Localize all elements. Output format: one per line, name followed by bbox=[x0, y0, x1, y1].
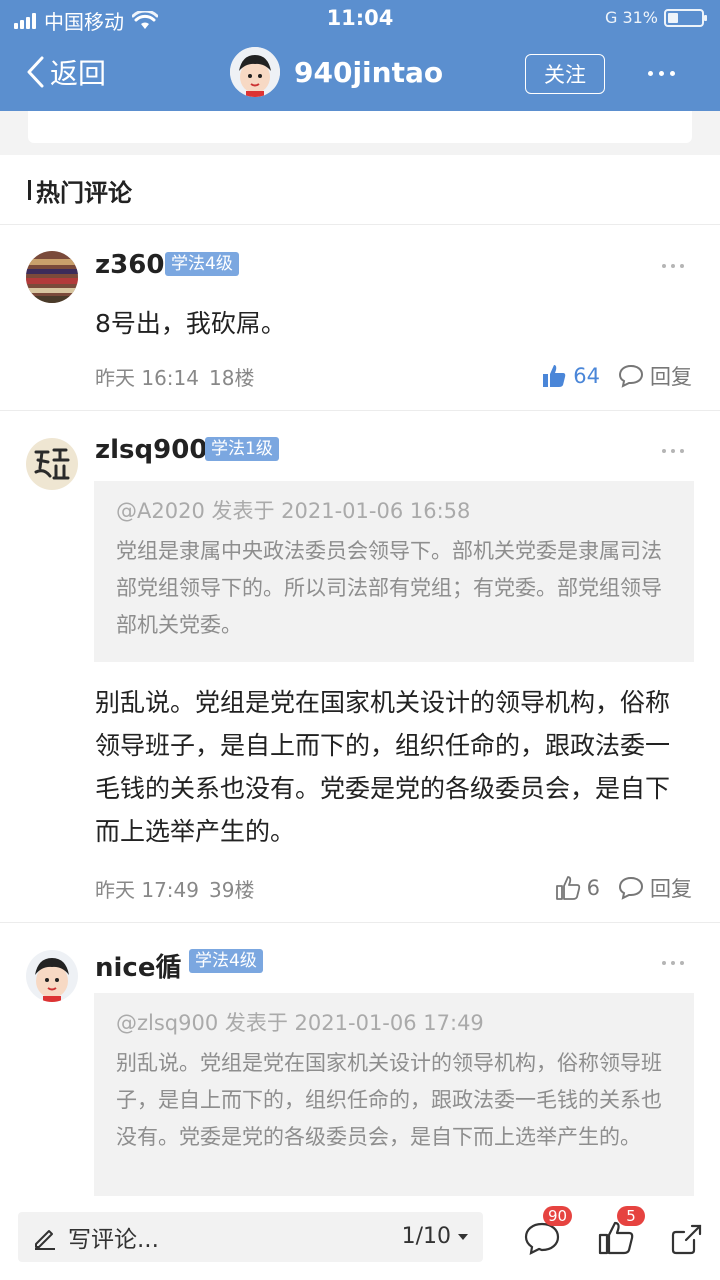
comment-more-icon[interactable] bbox=[662, 961, 684, 965]
author-avatar[interactable] bbox=[230, 47, 280, 97]
reply-button[interactable]: 回复 bbox=[618, 361, 692, 391]
thumbs-up-icon bbox=[555, 876, 580, 900]
like-count-badge: 5 bbox=[617, 1206, 645, 1226]
like-button[interactable]: 64 bbox=[541, 363, 600, 389]
quoted-comment[interactable]: @zlsq900 发表于 2021-01-06 17:49 别乱说。党组是党在国… bbox=[94, 993, 694, 1196]
comment-item: zlsq900 学法1级 @A2020 发表于 2021-01-06 16:58… bbox=[0, 411, 720, 921]
user-avatar[interactable] bbox=[26, 251, 78, 303]
compose-placeholder: 写评论... bbox=[68, 1227, 159, 1253]
battery-icon bbox=[664, 8, 707, 27]
caret-down-icon bbox=[458, 1233, 468, 1240]
comment-item: nice循 学法4级 @zlsq900 发表于 2021-01-06 17:49… bbox=[0, 923, 720, 1196]
thumbs-up-filled-icon bbox=[543, 365, 566, 387]
level-badge: 学法4级 bbox=[165, 252, 239, 276]
nav-bar: 返回 940jintao 关注 bbox=[0, 38, 720, 111]
comment-more-icon[interactable] bbox=[662, 449, 684, 453]
pen-icon bbox=[35, 1230, 55, 1250]
floor-number: 18楼 bbox=[209, 366, 255, 390]
level-badge: 学法1级 bbox=[205, 437, 279, 461]
top-bar: 中国移动 11:04 G 31% 返回 940jintao 关注 bbox=[0, 0, 720, 111]
speech-bubble-icon bbox=[618, 876, 644, 900]
section-title: 热门评论 bbox=[36, 179, 132, 207]
like-button[interactable]: 6 bbox=[555, 875, 600, 901]
quote-text: 党组是隶属中央政法委员会领导下。部机关党委是隶属司法部党组领导下的。所以司法部有… bbox=[116, 539, 662, 637]
back-label: 返回 bbox=[50, 57, 107, 90]
comment-meta: 昨天 17:49 39楼 bbox=[95, 874, 254, 903]
comment-time: 昨天 16:14 bbox=[95, 366, 199, 390]
comment-meta: 昨天 16:14 18楼 bbox=[95, 362, 254, 391]
user-avatar[interactable] bbox=[26, 950, 78, 1002]
follow-button[interactable]: 关注 bbox=[525, 54, 605, 94]
floor-number: 39楼 bbox=[209, 878, 255, 902]
author-info[interactable]: 940jintao bbox=[230, 47, 443, 97]
share-button[interactable] bbox=[668, 1218, 708, 1258]
reply-button[interactable]: 回复 bbox=[618, 873, 692, 903]
page-selector[interactable]: 1/10 bbox=[402, 1224, 469, 1249]
back-button[interactable]: 返回 bbox=[24, 52, 106, 92]
quote-text: 别乱说。党组是党在国家机关设计的领导机构，俗称领导班子，是自上而下的，组织任命的… bbox=[116, 1051, 662, 1149]
level-badge: 学法4级 bbox=[189, 949, 263, 973]
quote-header: @A2020 发表于 2021-01-06 16:58 bbox=[116, 499, 471, 523]
speech-bubble-icon bbox=[618, 364, 644, 388]
comment-more-icon[interactable] bbox=[662, 264, 684, 268]
like-count: 6 bbox=[586, 876, 600, 900]
author-name[interactable]: 940jintao bbox=[294, 56, 443, 89]
user-avatar[interactable] bbox=[26, 438, 78, 490]
comment-compose-field[interactable]: 写评论... 1/10 bbox=[18, 1212, 483, 1262]
reply-label: 回复 bbox=[650, 877, 692, 901]
chevron-left-icon bbox=[27, 56, 44, 88]
comment-item: z360 学法4级 8号出，我砍屌。 昨天 16:14 18楼 64 回复 bbox=[0, 226, 720, 410]
quoted-comment[interactable]: @A2020 发表于 2021-01-06 16:58 党组是隶属中央政法委员会… bbox=[94, 481, 694, 662]
network-battery-text: G 31% bbox=[604, 8, 658, 27]
comment-count-badge: 90 bbox=[543, 1206, 573, 1226]
username[interactable]: nice循 bbox=[95, 947, 181, 984]
like-count: 64 bbox=[573, 364, 600, 388]
page-indicator: 1/10 bbox=[401, 1224, 451, 1249]
bottom-toolbar: 写评论... 1/10 90 5 bbox=[0, 1196, 720, 1280]
comment-text: 别乱说。党组是党在国家机关设计的领导机构，俗称领导班子，是自上而下的，组织任命的… bbox=[95, 688, 671, 846]
status-bar: 中国移动 11:04 G 31% bbox=[0, 0, 720, 38]
comment-time: 昨天 17:49 bbox=[95, 878, 199, 902]
share-icon bbox=[671, 1224, 702, 1255]
separator-strip bbox=[0, 111, 720, 155]
quote-header: @zlsq900 发表于 2021-01-06 17:49 bbox=[116, 1011, 484, 1035]
username[interactable]: zlsq900 bbox=[95, 435, 207, 465]
username[interactable]: z360 bbox=[95, 250, 164, 280]
hot-comments-header: 热门评论 bbox=[0, 155, 720, 225]
reply-label: 回复 bbox=[650, 365, 692, 389]
more-options-icon[interactable] bbox=[648, 71, 675, 76]
comment-text: 8号出，我砍屌。 bbox=[95, 309, 286, 338]
